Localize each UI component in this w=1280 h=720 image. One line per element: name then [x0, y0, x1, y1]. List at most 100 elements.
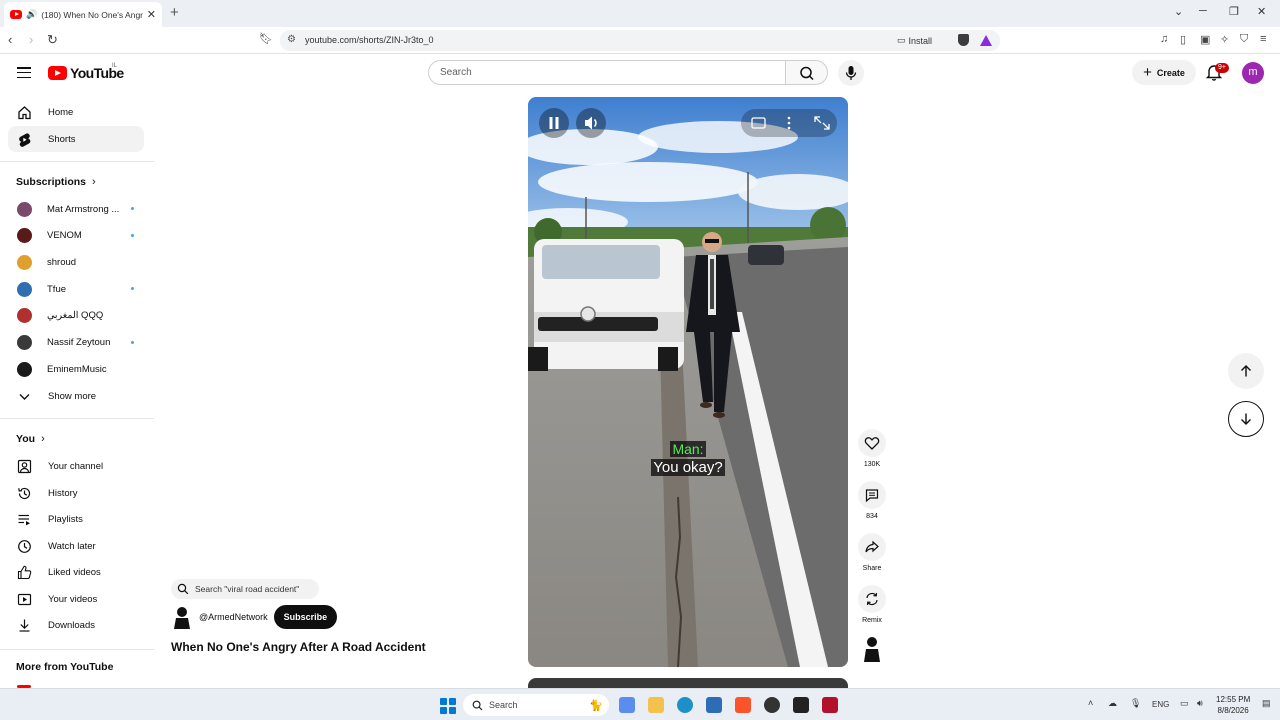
- subscription-label: shroud: [47, 256, 77, 268]
- leo-ai-icon[interactable]: ✧: [1220, 33, 1229, 46]
- sidebar-item-playlists[interactable]: Playlists: [8, 506, 144, 532]
- related-search-chip[interactable]: Search "viral road accident": [171, 579, 319, 599]
- chevron-down-icon: [16, 388, 33, 405]
- fullscreen-icon: [814, 116, 830, 130]
- volume-icon[interactable]: 🔊︎: [1197, 698, 1203, 709]
- brave-rewards-icon[interactable]: [980, 35, 992, 46]
- network-icon[interactable]: ▭: [1180, 698, 1189, 709]
- sidebar-item-liked-videos[interactable]: Liked videos: [8, 559, 144, 585]
- channel-avatar: [17, 335, 32, 350]
- video-frame-image: [528, 97, 848, 667]
- microphone-icon[interactable]: 🎙︎: [1130, 698, 1141, 709]
- browser-menu-icon[interactable]: ≡: [1260, 33, 1266, 45]
- sidebar-item-label: Playlists: [48, 513, 83, 525]
- tab-list-icon[interactable]: ⌄: [1174, 5, 1183, 18]
- edge-browser-icon[interactable]: [677, 697, 693, 713]
- brave-browser-icon[interactable]: [735, 697, 751, 713]
- sidebar-item-history[interactable]: History: [8, 480, 144, 506]
- sidebar-divider: [0, 649, 154, 650]
- sidebar-toggle-icon[interactable]: ▯: [1180, 33, 1186, 46]
- address-bar[interactable]: ⚙ youtube.com/shorts/ZIN-Jr3to_0 ▭ Insta…: [280, 30, 1000, 51]
- pause-button[interactable]: [539, 108, 569, 138]
- chevron-right-icon: ›: [92, 176, 96, 188]
- sidebar-item-home[interactable]: Home: [8, 99, 144, 125]
- install-button[interactable]: ▭ Install: [897, 35, 932, 46]
- vpn-icon[interactable]: ⛉: [1240, 33, 1248, 46]
- obs-app-icon[interactable]: [764, 697, 780, 713]
- sidebar-item-label: Your videos: [48, 593, 98, 605]
- next-video-button[interactable]: [1228, 401, 1264, 437]
- speaker-icon[interactable]: 🔊: [26, 9, 37, 20]
- maximize-icon[interactable]: ❐: [1229, 5, 1239, 18]
- minimize-icon[interactable]: ─: [1199, 5, 1207, 17]
- taskbar-search-label: Search: [489, 700, 518, 710]
- share-action[interactable]: Share: [858, 533, 886, 572]
- previous-video-button[interactable]: [1228, 353, 1264, 389]
- taskbar-search[interactable]: Search 🐈: [463, 694, 609, 716]
- channel-avatar-action[interactable]: [858, 635, 886, 665]
- sidebar-item-your-channel[interactable]: Your channel: [8, 453, 144, 479]
- voice-search-button[interactable]: [838, 60, 864, 86]
- account-avatar[interactable]: m: [1242, 62, 1264, 84]
- close-window-icon[interactable]: ✕: [1257, 5, 1266, 18]
- like-action[interactable]: 130K: [858, 429, 886, 468]
- sidebar-item-downloads[interactable]: Downloads: [8, 612, 144, 638]
- bookmark-icon[interactable]: 🔖︎: [259, 32, 273, 45]
- language-indicator[interactable]: ENG: [1152, 700, 1169, 709]
- mute-button[interactable]: [576, 108, 606, 138]
- epic-games-icon[interactable]: [793, 697, 809, 713]
- valorant-app-icon[interactable]: [822, 697, 838, 713]
- notifications-badge: 9+: [1215, 63, 1229, 73]
- youtube-logo[interactable]: YouTube IL: [48, 63, 124, 81]
- sidebar-item-your-videos[interactable]: Your videos: [8, 586, 144, 612]
- show-more-button[interactable]: Show more: [8, 383, 144, 409]
- sidebar-subscription-item[interactable]: shroud: [8, 249, 144, 275]
- search-button[interactable]: [785, 60, 828, 85]
- more-from-youtube-header: More from YouTube: [16, 661, 113, 673]
- store-app-icon[interactable]: [706, 697, 722, 713]
- copilot-app-icon[interactable]: [619, 697, 635, 713]
- video-icon: [16, 591, 33, 608]
- back-icon[interactable]: ‹: [8, 32, 12, 47]
- file-explorer-icon[interactable]: [648, 697, 664, 713]
- sidebar-item-label: Liked videos: [48, 566, 101, 578]
- you-header[interactable]: You ›: [16, 433, 45, 445]
- sidebar-subscription-item[interactable]: Tfue: [8, 276, 144, 302]
- windows-start-icon[interactable]: [440, 698, 456, 714]
- forward-icon[interactable]: ›: [29, 32, 33, 47]
- channel-name[interactable]: @ArmedNetwork: [199, 612, 268, 622]
- channel-avatar[interactable]: [171, 605, 193, 629]
- sidebar-subscription-item[interactable]: المغربي QQQ: [8, 303, 144, 329]
- sidebar-subscription-item[interactable]: Nassif Zeytoun: [8, 330, 144, 356]
- notifications-center-icon[interactable]: ▤: [1262, 698, 1271, 709]
- remix-action[interactable]: Remix: [858, 585, 886, 624]
- sidebar-item-shorts[interactable]: Shorts: [8, 126, 144, 152]
- sidebar-divider: [0, 418, 154, 419]
- logo-country-code: IL: [112, 63, 118, 69]
- brave-shield-icon[interactable]: [958, 34, 969, 46]
- site-settings-icon[interactable]: ⚙: [287, 34, 296, 45]
- sidebar-subscription-item[interactable]: Mat Armstrong ...: [8, 196, 144, 222]
- sidebar-subscription-item[interactable]: EminemMusic: [8, 356, 144, 382]
- shorts-icon: [16, 131, 33, 148]
- video-title[interactable]: When No One's Angry After A Road Acciden…: [171, 640, 426, 654]
- sidebar-subscription-item[interactable]: VENOM: [8, 223, 144, 249]
- taskbar-clock[interactable]: 12:55 PM 8/8/2026: [1216, 694, 1250, 716]
- browser-tab[interactable]: 🔊 (180) When No One's Angry A ✕: [4, 2, 162, 27]
- reload-icon[interactable]: ↻: [47, 32, 58, 48]
- close-tab-icon[interactable]: ✕: [147, 8, 156, 21]
- new-tab-icon[interactable]: +: [170, 4, 179, 21]
- comments-action[interactable]: 834: [858, 481, 886, 520]
- wallet-icon[interactable]: ▣: [1200, 33, 1210, 46]
- guide-menu-icon[interactable]: [17, 67, 31, 78]
- shorts-video-player[interactable]: Man: You okay?: [528, 97, 848, 667]
- sidebar-item-watch-later[interactable]: Watch later: [8, 533, 144, 559]
- subscribe-button[interactable]: Subscribe: [273, 605, 338, 629]
- search-input[interactable]: Search: [428, 60, 786, 85]
- media-icon[interactable]: ♫: [1160, 33, 1168, 45]
- subscriptions-header[interactable]: Subscriptions ›: [16, 176, 96, 188]
- onedrive-icon[interactable]: ☁: [1108, 698, 1117, 709]
- subscription-label: Nassif Zeytoun: [47, 337, 111, 348]
- tray-overflow-icon[interactable]: ˄: [1088, 698, 1093, 708]
- create-button[interactable]: + Create: [1132, 60, 1196, 85]
